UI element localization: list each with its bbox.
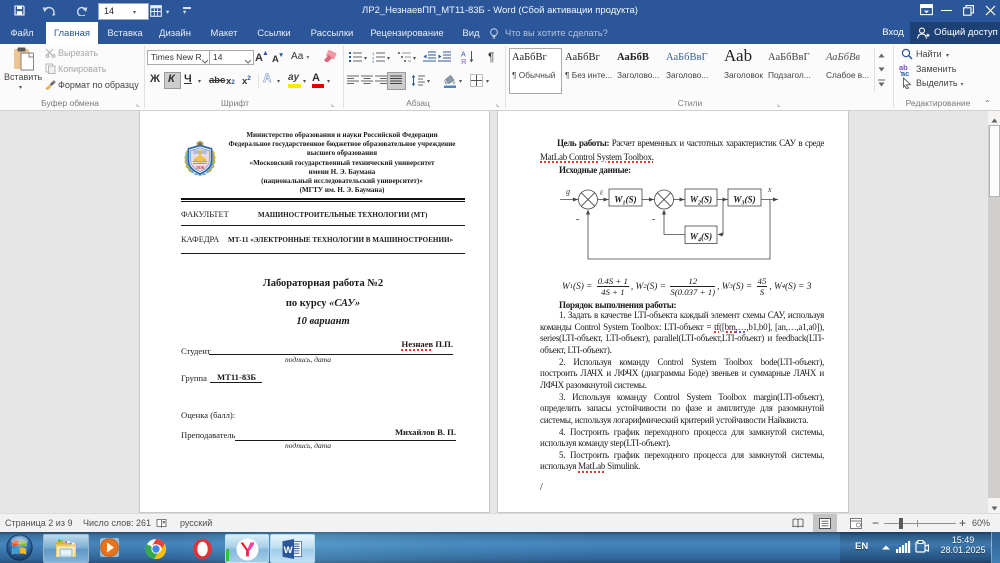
- svg-text:А: А: [461, 52, 466, 59]
- svg-text:Я: Я: [461, 59, 466, 64]
- svg-text:3: 3: [372, 60, 375, 64]
- svg-text:W: W: [284, 545, 293, 556]
- svg-text:1830: 1830: [196, 165, 204, 170]
- svg-text:x: x: [767, 185, 772, 194]
- svg-text:ε: ε: [600, 188, 604, 197]
- svg-text:g: g: [566, 187, 570, 196]
- svg-text:-: -: [576, 214, 579, 225]
- svg-text:-: -: [652, 214, 655, 225]
